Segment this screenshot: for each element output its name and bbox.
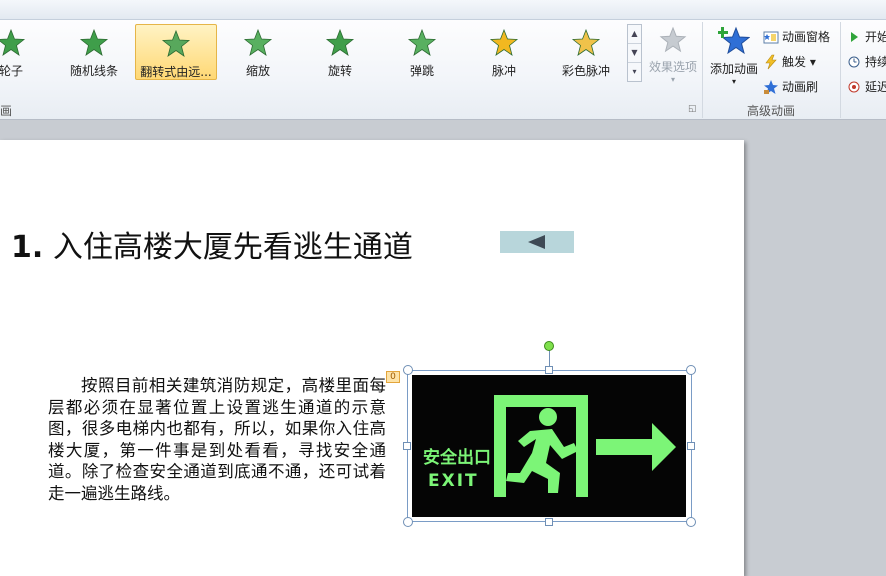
resize-handle-top-left[interactable] xyxy=(403,365,413,375)
animation-painter-icon xyxy=(764,79,778,94)
gallery-item[interactable]: 缩放 xyxy=(217,24,299,80)
gallery-item[interactable]: 弹跳 xyxy=(381,24,463,80)
resize-handle-bottom-right[interactable] xyxy=(686,517,696,527)
timing-group: 开始 持续 延迟 xyxy=(848,24,886,99)
ribbon: 轮子 随机线条 翻转式由远... 缩放 旋转 弹跳 脉冲 彩色脉冲 ▲ ▼ ▾ 画 效果选项 … xyxy=(0,20,886,120)
effect-options-button[interactable]: 效果选项 ▾ xyxy=(645,24,701,94)
exit-sign-image[interactable]: 安全出口 EXIT xyxy=(412,375,686,517)
advanced-animation-list: 动画窗格 触发 ▾ 动画刷 xyxy=(763,24,839,99)
gallery-item-label: 随机线条 xyxy=(69,64,118,78)
gallery-item[interactable]: 轮子 xyxy=(0,24,52,80)
animation-star-icon xyxy=(79,28,109,56)
effect-options-label: 效果选项 xyxy=(648,60,697,74)
gallery-item-label: 旋转 xyxy=(327,64,352,78)
gallery-item-label: 弹跳 xyxy=(409,64,434,78)
gallery-item-label: 脉冲 xyxy=(491,64,516,78)
gallery-scrollbar[interactable]: ▲ ▼ ▾ xyxy=(627,24,642,82)
add-animation-star-icon xyxy=(718,26,750,55)
animation-pane-button[interactable]: 动画窗格 xyxy=(763,24,839,49)
exit-sign-english-text: EXIT xyxy=(428,471,479,491)
exit-sign-chinese-text: 安全出口 xyxy=(423,448,491,468)
animation-star-icon xyxy=(489,28,519,56)
delay-clock-icon xyxy=(848,81,860,92)
gallery-item[interactable]: 旋转 xyxy=(299,24,381,80)
animation-star-icon xyxy=(161,29,191,57)
start-label: 开始 xyxy=(865,30,886,44)
animation-gallery: 轮子 随机线条 翻转式由远... 缩放 旋转 弹跳 脉冲 彩色脉冲 xyxy=(0,22,627,84)
gallery-item-label: 轮子 xyxy=(0,64,23,78)
gallery-item[interactable]: 翻转式由远... xyxy=(135,24,217,80)
gallery-item[interactable]: 彩色脉冲 xyxy=(545,24,627,80)
animation-order-tag[interactable]: 0 xyxy=(386,371,400,383)
triangle-left-icon xyxy=(528,235,545,249)
star-icon xyxy=(659,26,687,53)
group-separator xyxy=(840,22,841,118)
advanced-animation-group-label: 高级动画 xyxy=(747,104,796,118)
animation-star-icon xyxy=(407,28,437,56)
animation-painter-label: 动画刷 xyxy=(782,80,819,94)
resize-handle-right[interactable] xyxy=(687,442,695,450)
chevron-down-icon: ▾ xyxy=(731,77,736,86)
add-animation-label: 添加动画 xyxy=(709,62,758,76)
play-icon xyxy=(851,31,858,42)
dialog-launcher-icon[interactable]: ◱ xyxy=(688,104,697,114)
gallery-scroll-down-button[interactable]: ▼ xyxy=(628,44,641,63)
duration-control[interactable]: 持续 xyxy=(848,49,886,74)
gallery-more-button[interactable]: ▾ xyxy=(628,63,641,82)
animation-star-icon xyxy=(243,28,273,56)
animation-group-label: 画 xyxy=(0,104,13,118)
resize-handle-bottom-left[interactable] xyxy=(403,517,413,527)
delay-label: 延迟 xyxy=(865,80,886,94)
resize-handle-top[interactable] xyxy=(545,366,553,374)
resize-handle-top-right[interactable] xyxy=(686,365,696,375)
trigger-label: 触发 ▾ xyxy=(782,55,816,69)
rotation-handle[interactable] xyxy=(544,341,554,351)
clock-icon xyxy=(848,56,860,67)
gallery-item-label: 翻转式由远... xyxy=(140,65,212,79)
trigger-button[interactable]: 触发 ▾ xyxy=(763,49,839,74)
group-separator xyxy=(702,22,703,118)
duration-label: 持续 xyxy=(865,55,886,69)
title-number: 1. xyxy=(11,230,44,265)
back-action-button[interactable] xyxy=(500,231,574,253)
start-control[interactable]: 开始 xyxy=(848,24,886,49)
animation-pane-icon xyxy=(763,31,779,43)
resize-handle-left[interactable] xyxy=(403,442,411,450)
body-text-box[interactable]: 按照目前相关建筑消防规定，高楼里面每层都必须在显著位置上设置逃生通道的示意图，很… xyxy=(48,375,386,504)
resize-handle-bottom[interactable] xyxy=(545,518,553,526)
animation-star-icon xyxy=(0,28,26,56)
title-text: 入住高楼大厦先看逃生通道 xyxy=(52,230,413,265)
lightning-icon xyxy=(765,54,777,69)
animation-painter-button[interactable]: 动画刷 xyxy=(763,74,839,99)
animation-pane-label: 动画窗格 xyxy=(782,30,831,44)
slide-title[interactable]: 1. 入住高楼大厦先看逃生通道 xyxy=(11,222,413,266)
gallery-item[interactable]: 随机线条 xyxy=(53,24,135,80)
delay-control[interactable]: 延迟 xyxy=(848,74,886,99)
gallery-item-label: 缩放 xyxy=(245,64,270,78)
animation-star-icon xyxy=(571,28,601,56)
animation-star-icon xyxy=(325,28,355,56)
ribbon-tab-strip xyxy=(0,0,886,20)
gallery-item-label: 彩色脉冲 xyxy=(561,64,610,78)
chevron-down-icon: ▾ xyxy=(670,75,675,84)
add-animation-button[interactable]: 添加动画 ▾ xyxy=(707,22,761,94)
gallery-scroll-up-button[interactable]: ▲ xyxy=(628,25,641,44)
gallery-item[interactable]: 脉冲 xyxy=(463,24,545,80)
